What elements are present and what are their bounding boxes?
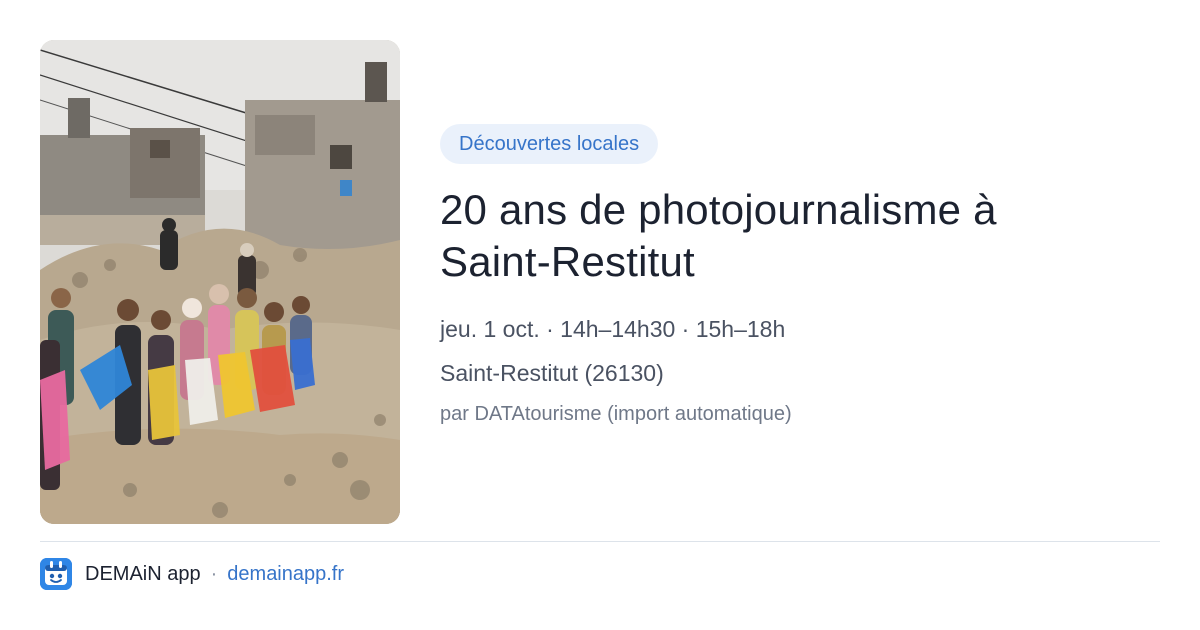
event-datetime: jeu. 1 oct. · 14h–14h30 · 15h–18h — [440, 316, 786, 342]
event-share-card: Découvertes locales 20 ans de photojourn… — [0, 0, 1200, 630]
event-title-line-2: Saint-Restitut — [440, 238, 695, 285]
demain-app-icon[interactable] — [40, 558, 72, 590]
footer: DEMAiN app · demainapp.fr — [40, 558, 344, 590]
event-photo — [40, 40, 400, 524]
event-title: 20 ans de photojournalisme à Saint-Resti… — [440, 184, 1160, 288]
footer-separator: · — [210, 562, 218, 585]
event-source: par DATAtourisme (import automatique) — [440, 403, 792, 425]
category-badge[interactable]: Découvertes locales — [440, 124, 659, 164]
footer-divider — [40, 541, 1160, 542]
event-location: Saint-Restitut (26130) — [440, 360, 664, 386]
event-info: Découvertes locales 20 ans de photojourn… — [440, 124, 1160, 428]
app-name: DEMAiN app — [85, 562, 201, 585]
app-domain-link[interactable]: demainapp.fr — [227, 563, 344, 586]
event-title-line-1: 20 ans de photojournalisme à — [440, 186, 997, 233]
